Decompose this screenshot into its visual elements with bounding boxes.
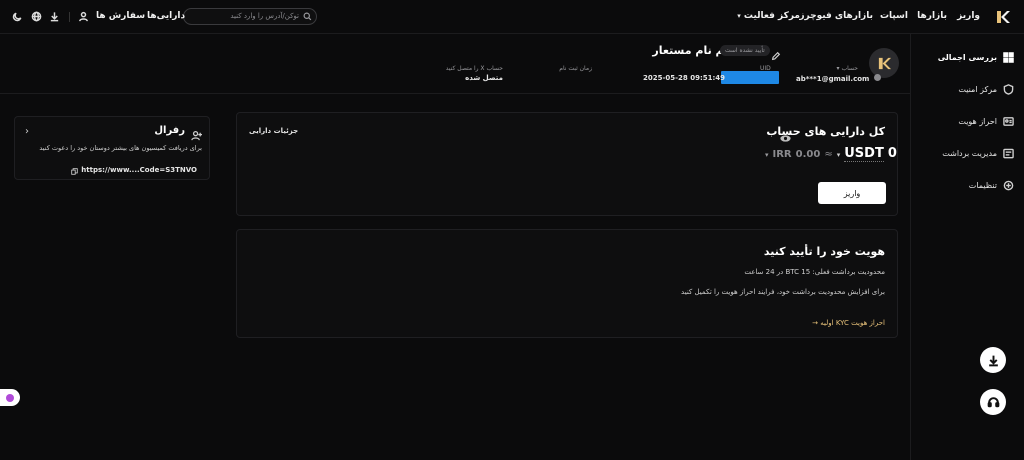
kyc-title: هویت خود را تأیید کنید <box>763 245 885 258</box>
sidebar-item-label: مدیریت برداشت <box>942 148 997 158</box>
support-button[interactable] <box>980 389 1006 415</box>
referral-link-text: https://www....Code=S3TNVO <box>81 165 197 174</box>
headset-icon <box>987 396 1000 409</box>
nav-markets[interactable]: بازارها <box>917 11 947 21</box>
deposit-button[interactable]: واریز <box>818 182 886 204</box>
divider <box>69 12 70 22</box>
sidebar-item-label: بررسی اجمالی <box>937 52 997 62</box>
referral-description: برای دریافت کمیسیون های بیشتر دوستان خود… <box>39 144 202 152</box>
edit-icon[interactable] <box>771 46 781 65</box>
profile-header: تنظیم نام مستعار تأیید نشده است حساب ▾ a… <box>0 34 910 94</box>
kyc-card: هویت خود را تأیید کنید محدودیت برداشت فع… <box>236 229 898 338</box>
asset-details-link[interactable]: جزئیات دارایی <box>249 127 298 135</box>
balance-row: ▾ IRR 0.00 ≈ ▾ USDT 0 <box>765 146 897 162</box>
chevron-down-icon: ▾ <box>836 65 840 72</box>
settings-icon <box>1003 176 1014 195</box>
fiat-amount: 0.00 <box>795 149 821 160</box>
nav-activity-center-label: مرکز فعالیت <box>743 11 800 21</box>
sidebar-item-identity[interactable]: احراز هویت <box>958 114 1014 128</box>
nav-deposit[interactable]: واریز <box>957 11 980 21</box>
app-download-button[interactable] <box>980 347 1006 373</box>
verification-badge: تأیید نشده است <box>720 45 770 56</box>
arrow-right-icon: → <box>812 319 819 327</box>
registration-time-value: 2025-05-28 09:51:49 <box>643 74 726 82</box>
account-value: ab***1@gmail.com <box>796 74 881 83</box>
orders-link[interactable]: سفارش ها <box>96 11 145 21</box>
referral-link[interactable]: https://www....Code=S3TNVO <box>71 160 197 179</box>
account-sidebar: بررسی اجمالی مرکز امنیت احراز هویت مدیری… <box>910 34 1024 460</box>
globe-icon[interactable] <box>30 10 43 23</box>
registration-time-label: زمان ثبت نام <box>559 65 592 72</box>
shield-icon <box>1003 80 1014 99</box>
download-icon <box>987 354 1000 367</box>
add-user-icon <box>191 126 202 145</box>
chevron-right-icon[interactable]: › <box>25 126 29 137</box>
uid-value-highlight[interactable] <box>721 71 779 84</box>
top-navigation-bar: واریز بازارها اسپات بازارهای فیوچرز مرکز… <box>0 0 1024 34</box>
fiat-currency: IRR <box>772 149 792 160</box>
balance-amount: 0 <box>887 146 897 161</box>
sidebar-item-label: احراز هویت <box>958 116 997 126</box>
account-label[interactable]: حساب ▾ <box>837 65 858 72</box>
logo-icon[interactable] <box>995 9 1011 25</box>
account-email: ab***1@gmail.com <box>796 75 870 83</box>
sidebar-item-overview[interactable]: بررسی اجمالی <box>938 50 1014 64</box>
connect-x-label: حساب X را متصل کنید <box>445 65 503 72</box>
moon-icon[interactable] <box>11 10 24 23</box>
account-label-text: حساب <box>841 65 858 72</box>
sidebar-item-label: تنظیمات <box>968 180 997 190</box>
chevron-down-icon: ▾ <box>737 12 741 20</box>
nav-activity-center[interactable]: مرکز فعالیت ▾ <box>737 11 800 21</box>
user-icon[interactable] <box>77 10 90 23</box>
basic-kyc-link-text: احراز هویت KYC اولیه <box>820 319 885 327</box>
total-assets-card: کل دارایی های حساب جزئیات دارایی ▾ IRR 0… <box>236 112 898 216</box>
currency-dropdown-arrow[interactable]: ▾ <box>837 151 841 159</box>
sidebar-item-withdrawal[interactable]: مدیریت برداشت <box>942 146 1014 160</box>
sidebar-item-security[interactable]: مرکز امنیت <box>958 82 1014 96</box>
total-assets-title: کل دارایی های حساب <box>766 125 885 138</box>
sidebar-item-settings[interactable]: تنظیمات <box>969 178 1014 192</box>
referral-title: رفرال <box>154 125 185 136</box>
approx-symbol: ≈ <box>824 149 833 160</box>
download-icon[interactable] <box>48 10 61 23</box>
side-widget-toggle[interactable] <box>0 389 20 406</box>
basic-kyc-link[interactable]: احراز هویت KYC اولیه → <box>812 319 885 327</box>
assets-link[interactable]: دارایی‌ها <box>147 11 185 21</box>
balance-currency: USDT <box>844 146 884 162</box>
id-card-icon <box>1003 112 1014 131</box>
referral-card: رفرال › برای دریافت کمیسیون های بیشتر دو… <box>14 116 210 180</box>
nav-spot[interactable]: اسپات <box>880 11 908 21</box>
withdraw-icon <box>1003 144 1014 163</box>
copy-icon[interactable] <box>71 160 79 179</box>
eye-icon[interactable] <box>873 74 881 81</box>
fiat-dropdown-arrow[interactable]: ▾ <box>765 151 769 159</box>
search-input[interactable]: توکن/آدرس را وارد کنید <box>183 8 317 25</box>
kyc-info-text: برای افزایش محدودیت برداشت خود، فرایند ا… <box>681 288 885 296</box>
grid-icon <box>1003 48 1014 67</box>
brain-icon <box>6 393 14 402</box>
nav-futures-markets[interactable]: بازارهای فیوچرز <box>799 11 873 21</box>
withdrawal-limit-text: محدودیت برداشت فعلی: 15 BTC در 24 ساعت <box>744 268 885 276</box>
sidebar-item-label: مرکز امنیت <box>958 84 997 94</box>
x-connected-value: متصل شده <box>465 74 503 82</box>
search-placeholder: توکن/آدرس را وارد کنید <box>230 12 299 20</box>
